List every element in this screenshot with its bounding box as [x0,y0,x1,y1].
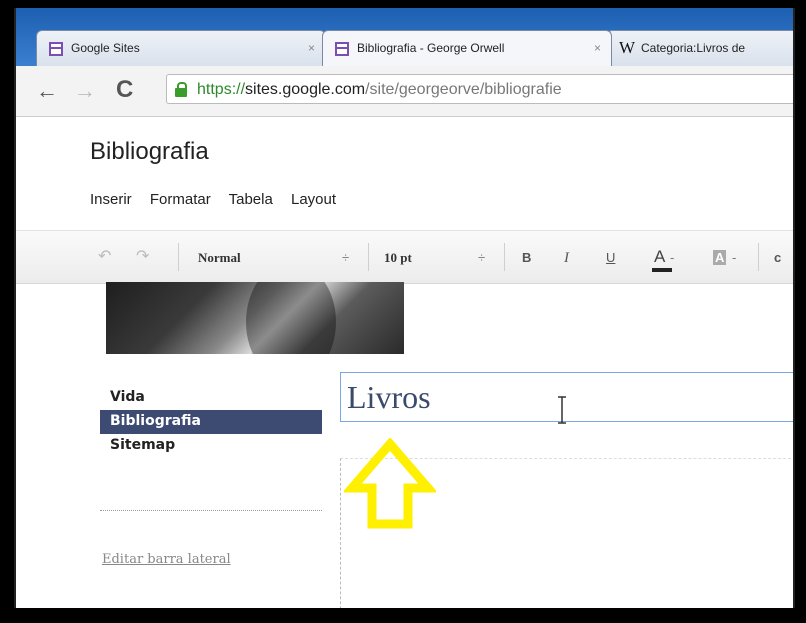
header-photo [106,282,404,354]
tab-google-sites[interactable]: Google Sites × [36,30,326,66]
menu-tabela[interactable]: Tabela [229,191,273,208]
sidebar-item-sitemap[interactable]: Sitemap [100,434,322,458]
reload-icon[interactable]: C [116,76,133,104]
text-color-swatch [652,268,672,272]
menu-inserir[interactable]: Inserir [90,191,132,208]
sidebar-item-vida[interactable]: Vida [100,386,322,410]
paragraph-style-select[interactable]: Normal [198,250,241,266]
bold-button[interactable]: B [522,250,531,265]
highlight-color-button[interactable]: A [713,250,727,265]
editor-menu-bar: Inserir Formatar Tabela Layout [90,191,350,208]
close-tab-icon[interactable]: × [308,41,315,55]
page-title: Bibliografia [90,138,209,165]
forward-arrow-icon[interactable]: → [74,78,96,104]
font-size-select[interactable]: 10 pt [384,250,412,266]
formatting-toolbar: ↶ ↷ Normal ÷ 10 pt ÷ B I U A - A - c [16,230,793,284]
google-sites-icon [335,42,349,56]
toolbar-divider [758,243,759,271]
browser-window: Google Sites × Bibliografia - George Orw… [14,8,795,608]
italic-button[interactable]: I [564,250,569,267]
menu-layout[interactable]: Layout [291,191,336,208]
highlight-dropdown-icon[interactable]: - [732,250,736,265]
lock-icon [175,82,187,97]
url-text: https://sites.google.com/site/georgeorve… [197,81,562,99]
url-scheme: https:// [197,81,246,98]
text-color-dropdown-icon[interactable]: - [670,250,674,265]
text-color-button[interactable]: A [654,247,665,267]
up-arrow-annotation-icon [344,438,436,529]
google-sites-icon [49,42,63,56]
tab-label: Google Sites [71,41,140,55]
address-bar[interactable]: https://sites.google.com/site/georgeorve… [166,74,793,104]
underline-button[interactable]: U [606,250,615,265]
edit-sidebar-link[interactable]: Editar barra lateral [102,552,231,567]
tab-label: Bibliografia - George Orwell [357,41,505,55]
menu-formatar[interactable]: Formatar [150,191,211,208]
sidebar-divider [100,510,322,511]
url-path: /site/georgeorve/bibliografie [365,81,562,98]
browser-toolbar: ← → C https://sites.google.com/site/geor… [16,66,793,117]
sidebar-item-bibliografia[interactable]: Bibliografia [100,410,322,434]
page-title-value: Livros [347,379,431,415]
wikipedia-icon: W [619,38,636,57]
undo-icon[interactable]: ↶ [98,246,111,266]
toolbar-divider [368,243,369,271]
tab-label: Categoria:Livros de [641,41,746,55]
link-button[interactable]: c [774,250,781,265]
close-tab-icon[interactable]: × [594,41,601,55]
page-title-input[interactable]: Livros [340,372,793,422]
tab-bar: Google Sites × Bibliografia - George Orw… [16,8,793,66]
style-stepper-icon[interactable]: ÷ [342,250,349,265]
sidebar-nav: Vida Bibliografia Sitemap [100,386,322,458]
text-cursor-icon [558,396,566,424]
toolbar-divider [178,243,179,271]
url-host: sites.google.com [245,81,366,98]
redo-icon[interactable]: ↷ [136,246,149,266]
tab-bibliografia[interactable]: Bibliografia - George Orwell × [322,30,612,66]
toolbar-divider [504,243,505,271]
back-arrow-icon[interactable]: ← [36,78,58,104]
size-stepper-icon[interactable]: ÷ [478,250,485,265]
tab-wikipedia[interactable]: W Categoria:Livros de [606,30,793,66]
